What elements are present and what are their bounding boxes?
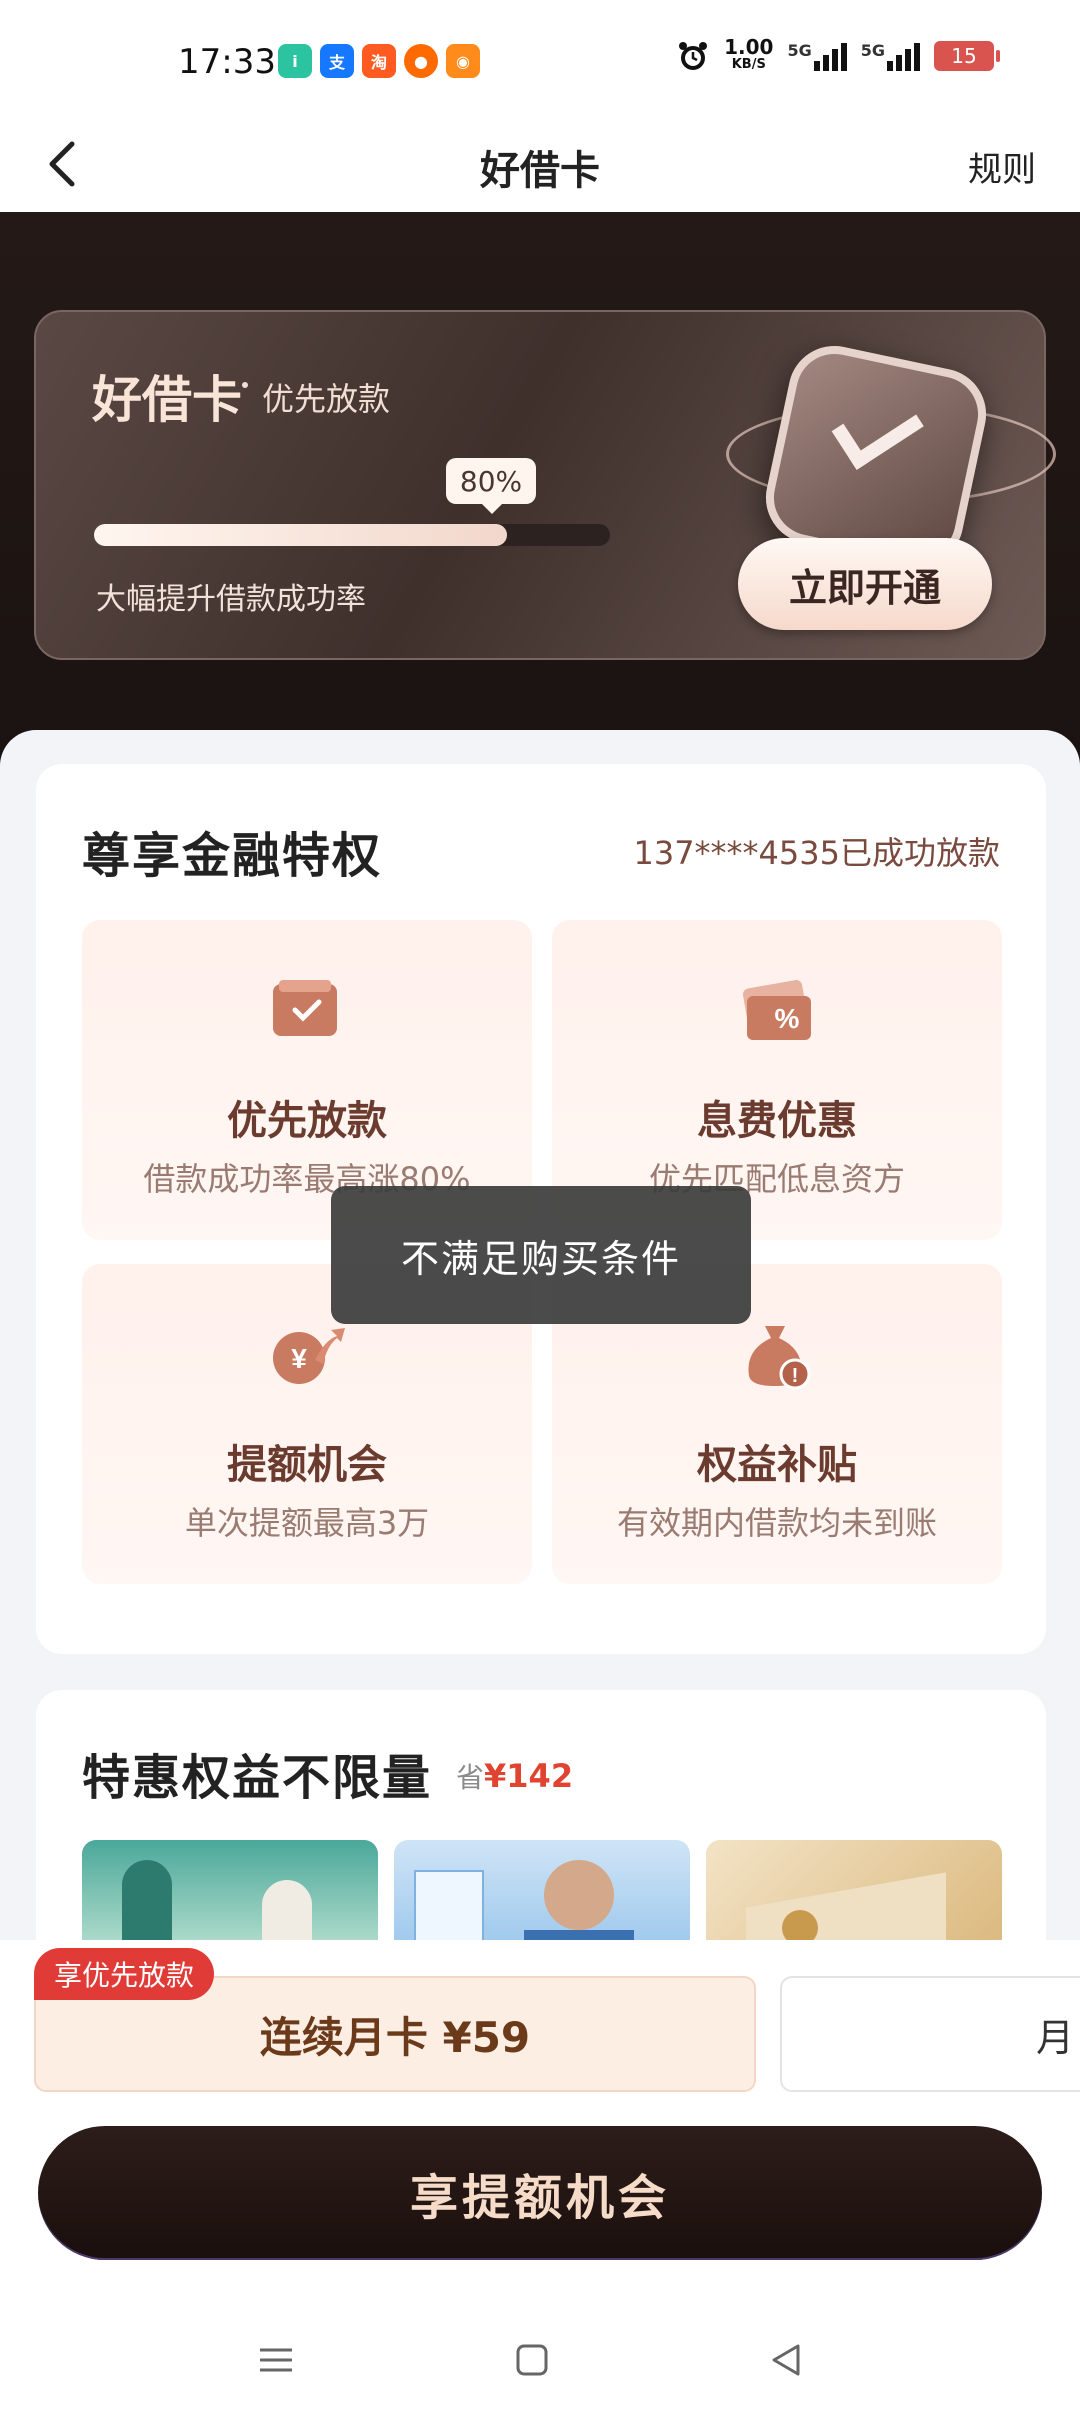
privilege-name: 优先放款 — [227, 1098, 387, 1144]
svg-text:!: ! — [792, 1365, 799, 1387]
status-time: 17:33 — [178, 42, 276, 82]
wallet-check-icon — [273, 980, 337, 1036]
progress-fill — [94, 524, 507, 546]
primary-cta-button[interactable]: 享提额机会 — [38, 2126, 1042, 2260]
card-description: 大幅提升借款成功率 — [96, 582, 366, 617]
money-bag-icon: ! — [748, 1326, 811, 1390]
alipay-app-icon: 支 — [320, 44, 354, 78]
open-now-button[interactable]: 立即开通 — [738, 538, 992, 630]
alarm-icon — [679, 42, 708, 70]
progress-badge: 80% — [446, 458, 536, 514]
privileges-title: 尊享金融特权 — [82, 828, 383, 884]
privileges-note: 137****4535已成功放款 — [633, 834, 1000, 872]
privilege-name: 提额机会 — [227, 1442, 387, 1488]
discount-ticket-icon: % — [742, 980, 811, 1040]
home-icon[interactable] — [512, 2340, 552, 2380]
dot-separator — [242, 382, 248, 388]
privilege-name: 息费优惠 — [697, 1098, 857, 1144]
progress-bar — [94, 524, 610, 546]
toast-message: 不满足购买条件 — [331, 1186, 751, 1324]
plan-tag: 享优先放款 — [34, 1948, 215, 2000]
orange-app-icon: ◉ — [446, 44, 480, 78]
signal-1: 5G — [787, 41, 847, 71]
privilege-desc: 单次提额最高3万 — [184, 1504, 430, 1542]
status-right: 1.00 KB/S 5G 5G 15 — [676, 35, 1000, 74]
hero-section: 好借卡 优先放款 80% 大幅提升借款成功率 立即开通 — [0, 212, 1080, 772]
privilege-name: 权益补贴 — [697, 1442, 857, 1488]
net-speed-value: 1.00 — [724, 35, 774, 59]
membership-card: 好借卡 优先放款 80% 大幅提升借款成功率 立即开通 — [34, 310, 1056, 660]
system-nav-bar — [0, 2300, 1080, 2412]
card-subtitle: 优先放款 — [262, 380, 391, 418]
signal-2: 5G — [861, 41, 920, 71]
privilege-desc: 有效期内借款均未到账 — [616, 1504, 937, 1542]
battery-icon: 15 — [934, 41, 1000, 71]
taobao-app-icon: 淘 — [362, 44, 396, 78]
shopping-app-icon: ● — [404, 44, 438, 78]
back-triangle-icon[interactable] — [766, 2340, 806, 2380]
yuan-arrow-icon: ¥ — [273, 1328, 345, 1384]
menu-icon[interactable] — [256, 2340, 296, 2380]
page-title: 好借卡 — [480, 148, 600, 194]
content-sheet: 尊享金融特权 137****4535已成功放款 优先放款 借款成功率最高涨80%… — [0, 730, 1080, 2010]
savings-prefix: 省 — [456, 1761, 485, 1794]
unlimited-title: 特惠权益不限量 — [82, 1750, 433, 1806]
rules-link[interactable]: 规则 — [968, 142, 1036, 191]
signal-1-label: 5G — [787, 41, 812, 60]
notification-icons: i 支 淘 ● ◉ — [278, 44, 480, 78]
savings-label: 省¥142 — [456, 1756, 573, 1796]
iqiyi-app-icon: i — [278, 44, 312, 78]
signal-bars-icon — [887, 41, 920, 71]
card-title: 好借卡 — [92, 371, 242, 429]
signal-2-label: 5G — [860, 41, 885, 60]
savings-amount: ¥142 — [484, 1757, 574, 1795]
plan-option-2[interactable]: 月 — [780, 1976, 1080, 2092]
status-bar: 17:33 i 支 淘 ● ◉ 1.00 KB/S 5G 5G 15 — [0, 0, 1080, 118]
net-speed: 1.00 KB/S — [724, 35, 774, 74]
signal-bars-icon — [813, 41, 847, 71]
svg-text:¥: ¥ — [291, 1343, 307, 1374]
svg-text:%: % — [775, 1003, 800, 1034]
nav-bar: 好借卡 规则 — [0, 118, 1080, 212]
